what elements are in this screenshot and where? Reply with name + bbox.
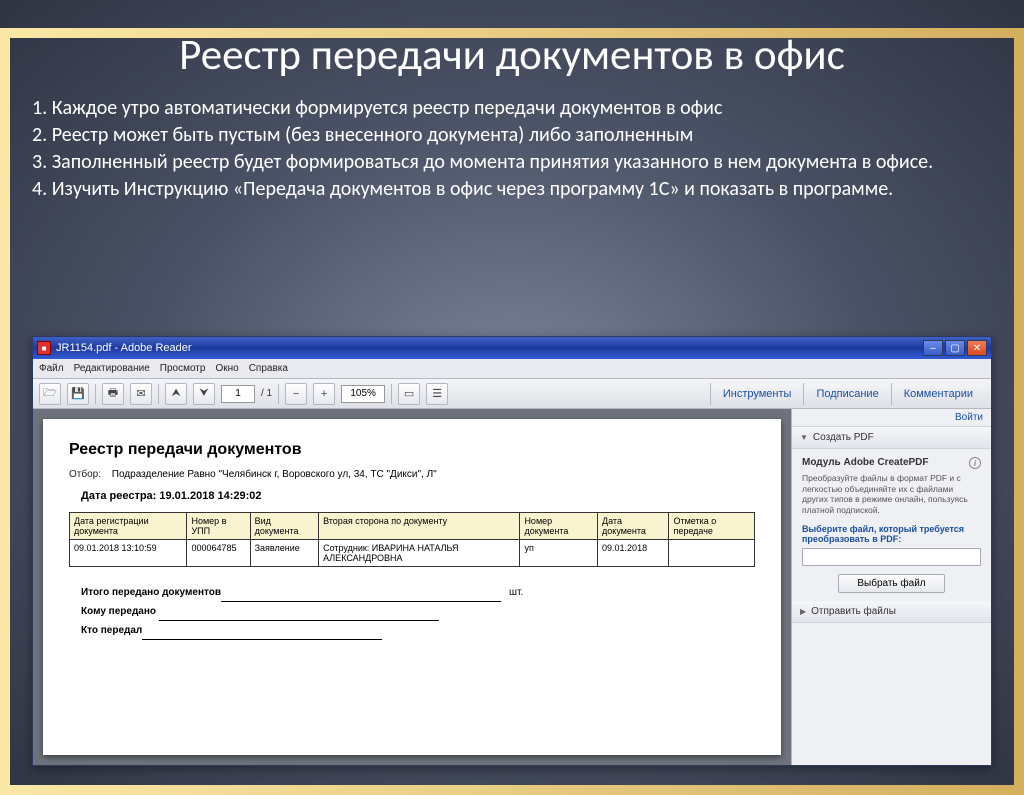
summary-total-label: Итого передано документов	[81, 587, 221, 598]
doc-date: Дата реестра: 19.01.2018 14:29:02	[81, 490, 755, 502]
blank-line	[142, 639, 382, 640]
zoom-input[interactable]	[341, 385, 385, 403]
filter-value: Подразделение Равно "Челябинск г, Воровс…	[112, 469, 437, 480]
doc-filter: Отбор: Подразделение Равно "Челябинск г,…	[69, 469, 755, 480]
summary-to-label: Кому передано	[81, 606, 156, 617]
close-button[interactable]: ✕	[967, 340, 987, 356]
tab-sign[interactable]: Подписание	[803, 383, 890, 405]
col-doc-number: Номер документа	[520, 513, 598, 540]
accordion-create-pdf[interactable]: ▼ Создать PDF	[792, 427, 991, 449]
table-row: 09.01.2018 13:10:59 000064785 Заявление …	[70, 540, 755, 567]
cell-party: Сотрудник: ИВАРИНА НАТАЛЬЯ АЛЕКСАНДРОВНА	[319, 540, 520, 567]
mail-icon[interactable]: ✉	[130, 383, 152, 405]
zoom-out-icon[interactable]: −	[285, 383, 307, 405]
window-title: JR1154.pdf - Adobe Reader	[56, 342, 192, 354]
col-mark: Отметка о передаче	[669, 513, 755, 540]
page-down-icon[interactable]: ⮟	[193, 383, 215, 405]
body-p2: 2. Реестр может быть пустым (без внесенн…	[32, 122, 992, 149]
separator-icon	[95, 384, 96, 404]
tab-tools[interactable]: Инструменты	[710, 383, 804, 405]
page-up-icon[interactable]: ⮝	[165, 383, 187, 405]
window-titlebar: ■ JR1154.pdf - Adobe Reader – ▢ ✕	[33, 337, 991, 359]
slide-body: 1. Каждое утро автоматически формируется…	[32, 95, 992, 203]
expand-icon: ▼	[800, 433, 808, 442]
document-page: Реестр передачи документов Отбор: Подраз…	[43, 419, 781, 755]
login-link[interactable]: Войти	[792, 409, 991, 427]
separator-icon	[278, 384, 279, 404]
cell-mark	[669, 540, 755, 567]
minimize-button[interactable]: –	[923, 340, 943, 356]
expand-icon: ▶	[800, 607, 806, 616]
save-icon[interactable]: 💾	[67, 383, 89, 405]
page-current-input[interactable]	[221, 385, 255, 403]
col-reg-date: Дата регистрации документа	[70, 513, 187, 540]
body-p4: 4. Изучить Инструкцию «Передача документ…	[32, 176, 992, 203]
adobe-reader-window: ■ JR1154.pdf - Adobe Reader – ▢ ✕ Файл Р…	[32, 336, 992, 766]
accordion-label: Создать PDF	[813, 432, 874, 443]
info-icon[interactable]: i	[969, 457, 981, 469]
separator-icon	[158, 384, 159, 404]
summary-from-label: Кто передал	[81, 625, 142, 636]
summary-unit: шт.	[509, 587, 523, 598]
toolbar: 🗁 💾 🖶 ✉ ⮝ ⮟ / 1 − + ▭ ☰ Инструменты Подп…	[33, 379, 991, 409]
menu-edit[interactable]: Редактирование	[74, 363, 150, 374]
choose-file-button[interactable]: Выбрать файл	[838, 574, 944, 593]
pdf-file-icon: ■	[37, 341, 51, 355]
menu-view[interactable]: Просмотр	[160, 363, 206, 374]
accordion-send-files[interactable]: ▶ Отправить файлы	[792, 601, 991, 623]
print-icon[interactable]: 🖶	[102, 383, 124, 405]
separator-icon	[391, 384, 392, 404]
create-pdf-section: Модуль Adobe CreatePDF i Преобразуйте фа…	[792, 449, 991, 601]
menu-help[interactable]: Справка	[249, 363, 288, 374]
open-icon[interactable]: 🗁	[39, 383, 61, 405]
doc-table: Дата регистрации документа Номер в УПП В…	[69, 512, 755, 567]
col-doc-type: Вид документа	[250, 513, 318, 540]
col-doc-date: Дата документа	[598, 513, 669, 540]
accordion-label: Отправить файлы	[811, 606, 896, 617]
document-viewport[interactable]: Реестр передачи документов Отбор: Подраз…	[33, 409, 791, 765]
doc-summary: Итого передано документов шт. Кому переда…	[81, 583, 755, 640]
tab-comments[interactable]: Комментарии	[891, 383, 985, 405]
zoom-in-icon[interactable]: +	[313, 383, 335, 405]
page-total: / 1	[261, 388, 272, 399]
cell-doc-number: уп	[520, 540, 598, 567]
col-upp-number: Номер в УПП	[187, 513, 250, 540]
module-name: Модуль Adobe CreatePDF	[802, 457, 929, 469]
menu-window[interactable]: Окно	[215, 363, 238, 374]
file-path-input[interactable]	[802, 548, 981, 566]
body-p1: 1. Каждое утро автоматически формируется…	[32, 95, 992, 122]
scroll-mode-icon[interactable]: ☰	[426, 383, 448, 405]
menu-file[interactable]: Файл	[39, 363, 64, 374]
module-description: Преобразуйте файлы в формат PDF и с легк…	[802, 473, 981, 516]
cell-upp-number: 000064785	[187, 540, 250, 567]
cell-doc-date: 09.01.2018	[598, 540, 669, 567]
choose-file-hint: Выберите файл, который требуется преобра…	[802, 524, 981, 544]
cell-reg-date: 09.01.2018 13:10:59	[70, 540, 187, 567]
menu-bar: Файл Редактирование Просмотр Окно Справк…	[33, 359, 991, 379]
col-party: Вторая сторона по документу	[319, 513, 520, 540]
filter-label: Отбор:	[69, 469, 101, 480]
tools-sidepanel: Войти ▼ Создать PDF Модуль Adobe CreateP…	[791, 409, 991, 765]
slide-title: Реестр передачи документов в офис	[0, 28, 1024, 81]
cell-doc-type: Заявление	[250, 540, 318, 567]
fit-page-icon[interactable]: ▭	[398, 383, 420, 405]
body-p3: 3. Заполненный реестр будет формироватьс…	[32, 149, 992, 176]
maximize-button[interactable]: ▢	[945, 340, 965, 356]
doc-heading: Реестр передачи документов	[69, 441, 755, 459]
